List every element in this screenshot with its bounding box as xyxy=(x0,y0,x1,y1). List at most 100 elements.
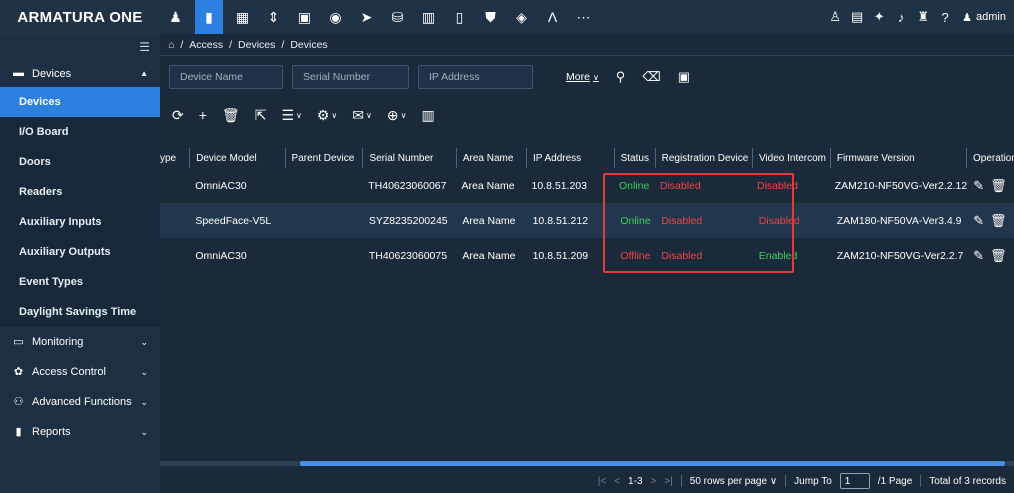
device-name-input[interactable]: Device Name xyxy=(169,65,283,89)
rows-per-page-select[interactable]: 50 rows per page ∨ xyxy=(690,476,777,487)
column-header-video-intercom[interactable]: Video Intercom xyxy=(751,148,830,168)
edit-icon[interactable]: ✎ xyxy=(973,213,984,229)
user-menu[interactable]: ♟ admin xyxy=(962,11,1006,24)
sidebar-item-auxiliary-outputs[interactable]: Auxiliary Outputs xyxy=(0,237,160,267)
collapse-sidebar-icon[interactable]: ☰ xyxy=(0,34,160,60)
pin-icon[interactable]: ✦ xyxy=(868,0,890,34)
prev-page-icon[interactable]: < xyxy=(614,476,620,487)
top-right-tools: ♙ ▤ ✦ ♪ ♜? ♟ admin xyxy=(824,0,1006,34)
more-icon[interactable]: ⋯ xyxy=(568,0,599,34)
delete-icon[interactable]: 🗑 xyxy=(990,248,1007,264)
a-logo-icon[interactable]: Λ xyxy=(537,0,568,34)
sidebar-item-doors[interactable]: Doors xyxy=(0,147,160,177)
column-header-ip-address[interactable]: IP Address xyxy=(526,148,614,168)
column-header-operation[interactable]: Operation xyxy=(966,148,1014,168)
sidebar-group-advanced-functions[interactable]: ⚇ Advanced Functions ⌄ xyxy=(0,387,160,417)
serial-number-input[interactable]: Serial Number xyxy=(292,65,409,89)
castle-icon[interactable]: ♜ xyxy=(912,0,934,34)
refresh-icon[interactable]: ⟳ xyxy=(172,107,184,124)
table-row[interactable]: OmniAC30 TH40623060067 Area Name 10.8.51.20… xyxy=(160,168,1014,203)
username: admin xyxy=(976,11,1006,23)
settings-menu[interactable]: ⚙ ∨ xyxy=(317,107,337,124)
device-control-menu[interactable]: ☰ ∨ xyxy=(281,107,301,124)
briefcase-icon[interactable]: ⛁ xyxy=(382,0,413,34)
chevron-down-icon: ⌄ xyxy=(140,396,148,407)
devices-icon: ▬ xyxy=(13,67,24,79)
columns-icon[interactable]: ▥ xyxy=(421,107,434,124)
horizontal-scrollbar[interactable] xyxy=(160,461,1014,466)
elevator-icon[interactable]: ⇕ xyxy=(258,0,289,34)
sidebar-item-devices[interactable]: Devices xyxy=(0,87,160,117)
sidebar-group-reports[interactable]: ▮ Reports ⌄ xyxy=(0,417,160,447)
add-icon[interactable]: + xyxy=(199,107,207,123)
cell-ip: 10.8.51.209 xyxy=(532,249,589,262)
sidebar-item-event-types[interactable]: Event Types xyxy=(0,267,160,297)
breadcrumb-access[interactable]: Access xyxy=(189,39,223,51)
bell-icon[interactable]: ♪ xyxy=(890,0,912,34)
cell-video: Disabled xyxy=(758,214,800,227)
gear-icon: ✿ xyxy=(13,365,24,378)
delete-icon[interactable]: 🗑 xyxy=(222,107,240,124)
column-header-serial-number[interactable]: Serial Number xyxy=(362,148,455,168)
building-icon[interactable]: ▥ xyxy=(413,0,444,34)
delete-icon[interactable]: 🗑 xyxy=(990,178,1007,194)
column-header-status[interactable]: Status xyxy=(613,148,655,168)
globe-icon[interactable]: ◈ xyxy=(506,0,537,34)
person-icon[interactable]: ♟ xyxy=(160,0,191,34)
edit-icon[interactable]: ✎ xyxy=(973,248,984,264)
breadcrumb-devices[interactable]: Devices xyxy=(238,39,275,51)
breadcrumb-devices-current: Devices xyxy=(290,38,328,51)
first-page-icon[interactable]: |< xyxy=(598,476,606,487)
next-page-icon[interactable]: > xyxy=(651,476,657,487)
scrollbar-thumb[interactable] xyxy=(300,461,1005,466)
delete-icon[interactable]: 🗑 xyxy=(990,213,1007,229)
cctv-icon[interactable]: ➤ xyxy=(351,0,382,34)
more-filters-button[interactable]: More ∨ xyxy=(566,71,599,83)
sidebar-group-devices[interactable]: ▬ Devices ▲ xyxy=(0,60,160,87)
chevron-down-icon: ⌄ xyxy=(140,366,148,377)
sidebar-item-auxiliary-inputs[interactable]: Auxiliary Inputs xyxy=(0,207,160,237)
brand-logo[interactable]: ARMATURA ONE xyxy=(0,0,160,34)
search-icon[interactable]: ⚲ xyxy=(616,69,626,85)
jump-to-input[interactable]: 1 xyxy=(839,473,870,489)
cell-firmware: ZAM210-NF50VG-Ver2.2.12 xyxy=(834,179,968,192)
globe-icon: ⊕ xyxy=(386,106,399,123)
last-page-icon[interactable]: >| xyxy=(664,476,672,487)
table-row[interactable]: OmniAC30 TH40623060075 Area Name 10.8.51.20… xyxy=(160,238,1014,273)
jump-to-label: Jump To xyxy=(794,475,832,487)
phone-icon[interactable]: ▯ xyxy=(444,0,475,34)
clear-filter-icon[interactable]: ⌫ xyxy=(642,69,660,85)
user-group-icon[interactable]: ♙ xyxy=(824,0,846,34)
shield-icon[interactable]: ⛊ xyxy=(475,0,506,34)
location-icon[interactable]: ◉ xyxy=(320,0,351,34)
home-icon[interactable]: ⌂ xyxy=(168,39,174,51)
export-icon[interactable]: ⇱ xyxy=(255,107,267,124)
help-icon[interactable]: ? xyxy=(934,0,956,34)
column-header-registration-device[interactable]: Registration Device xyxy=(654,148,752,168)
cell-firmware: ZAM210-NF50VG-Ver2.2.7 xyxy=(836,249,964,262)
message-menu[interactable]: ✉ ∨ xyxy=(352,107,372,124)
column-header-area-name[interactable]: Area Name xyxy=(455,148,526,168)
column-header-firmware-version[interactable]: Firmware Version xyxy=(829,148,966,168)
cell-model: OmniAC30 xyxy=(195,179,247,192)
column-header-device-model[interactable]: Device Model xyxy=(189,148,284,168)
ip-address-input[interactable]: IP Address xyxy=(418,65,533,89)
camera-box-icon[interactable]: ▣ xyxy=(289,0,320,34)
calendar-icon[interactable]: ▦ xyxy=(227,0,258,34)
chevron-up-icon: ▲ xyxy=(140,69,148,78)
page-range: 1-3 xyxy=(628,475,643,487)
door-icon[interactable]: ▮ xyxy=(195,0,223,34)
save-filter-icon[interactable]: ▣ xyxy=(678,69,690,85)
network-menu[interactable]: ⊕ ∨ xyxy=(387,107,407,124)
table-row[interactable]: SpeedFace-V5L SYZ8235200245 Area Name 10.8.… xyxy=(160,203,1014,238)
sidebar-item-daylight-savings-time[interactable]: Daylight Savings Time xyxy=(0,297,160,327)
sidebar-group-access-control[interactable]: ✿ Access Control ⌄ xyxy=(0,357,160,387)
column-header-parent-device[interactable]: Parent Device xyxy=(284,148,363,168)
sidebar-group-monitoring[interactable]: ▭ Monitoring ⌄ xyxy=(0,327,160,357)
sidebar-item-readers[interactable]: Readers xyxy=(0,177,160,207)
edit-icon[interactable]: ✎ xyxy=(973,178,984,194)
column-header-ype[interactable]: ype xyxy=(160,148,189,168)
sidebar-item-i-o-board[interactable]: I/O Board xyxy=(0,117,160,147)
pagination: |< < 1-3 > >| 50 rows per page ∨ Jump To… xyxy=(160,470,1014,492)
id-card-icon[interactable]: ▤ xyxy=(846,0,868,34)
